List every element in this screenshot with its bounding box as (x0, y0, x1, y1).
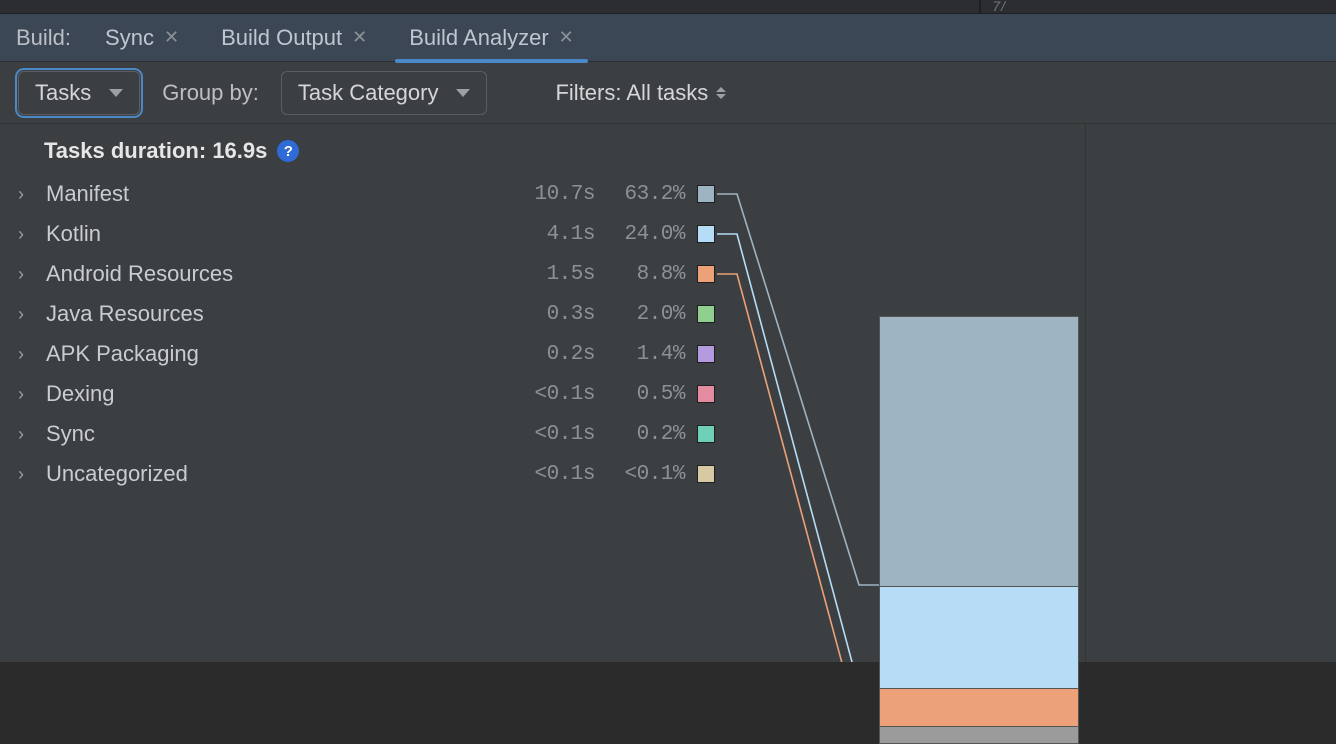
color-swatch (697, 225, 715, 243)
stacked-bar-chart (879, 316, 1079, 744)
help-icon[interactable]: ? (277, 140, 299, 162)
tab-sync[interactable]: Sync ✕ (91, 14, 193, 62)
category-row[interactable]: ›Manifest10.7s63.2% (18, 174, 1085, 214)
editor-strip: 7/ (0, 0, 1336, 14)
category-name: APK Packaging (46, 341, 517, 367)
chevron-down-icon (109, 89, 123, 97)
color-swatch (697, 305, 715, 323)
color-swatch (697, 425, 715, 443)
color-swatch (697, 185, 715, 203)
chevron-right-icon[interactable]: › (18, 224, 46, 245)
editor-remnant: 7/ (992, 0, 1006, 14)
group-by-value: Task Category (298, 80, 439, 106)
tab-label: Sync (105, 25, 154, 51)
leader-anchor (725, 254, 1085, 294)
category-name: Kotlin (46, 221, 517, 247)
chevron-down-icon (456, 89, 470, 97)
tab-label: Build Output (221, 25, 342, 51)
stack-segment (880, 317, 1078, 586)
category-percent: 1.4% (607, 343, 697, 366)
category-percent: 24.0% (607, 223, 697, 246)
chevron-right-icon[interactable]: › (18, 264, 46, 285)
category-duration: 0.3s (517, 303, 607, 326)
category-name: Android Resources (46, 261, 517, 287)
category-duration: 10.7s (517, 183, 607, 206)
category-name: Manifest (46, 181, 517, 207)
color-swatch (697, 345, 715, 363)
chevron-right-icon[interactable]: › (18, 344, 46, 365)
tasks-panel: Tasks duration: 16.9s ? ›Manifest10.7s63… (0, 124, 1086, 662)
category-percent: 8.8% (607, 263, 697, 286)
stack-segment-rest (880, 726, 1078, 743)
tab-label: Build Analyzer (409, 25, 548, 51)
category-name: Dexing (46, 381, 517, 407)
tab-build-analyzer[interactable]: Build Analyzer ✕ (395, 14, 588, 62)
category-row[interactable]: ›Android Resources1.5s8.8% (18, 254, 1085, 294)
analyzer-body: Tasks duration: 16.9s ? ›Manifest10.7s63… (0, 124, 1336, 662)
category-duration: 1.5s (517, 263, 607, 286)
build-tabbar: Build: Sync ✕ Build Output ✕ Build Analyzer ✕ (0, 14, 1336, 62)
category-percent: <0.1% (607, 463, 697, 486)
category-percent: 63.2% (607, 183, 697, 206)
group-by-combo[interactable]: Task Category (281, 71, 488, 115)
tab-build-output[interactable]: Build Output ✕ (207, 14, 381, 62)
category-duration: 4.1s (517, 223, 607, 246)
chevron-right-icon[interactable]: › (18, 384, 46, 405)
category-name: Sync (46, 421, 517, 447)
color-swatch (697, 465, 715, 483)
close-icon[interactable]: ✕ (352, 27, 367, 48)
leader-anchor (725, 214, 1085, 254)
category-percent: 2.0% (607, 303, 697, 326)
view-combo[interactable]: Tasks (18, 71, 140, 115)
color-swatch (697, 385, 715, 403)
category-percent: 0.5% (607, 383, 697, 406)
color-swatch (697, 265, 715, 283)
chevron-right-icon[interactable]: › (18, 424, 46, 445)
close-icon[interactable]: ✕ (164, 27, 179, 48)
sort-icon (716, 87, 726, 99)
view-combo-label: Tasks (35, 80, 91, 106)
close-icon[interactable]: ✕ (559, 27, 574, 48)
category-duration: <0.1s (517, 383, 607, 406)
category-duration: 0.2s (517, 343, 607, 366)
group-by-label: Group by: (162, 80, 259, 106)
detail-panel (1086, 124, 1336, 662)
chevron-right-icon[interactable]: › (18, 464, 46, 485)
stack-segment (880, 688, 1078, 726)
analyzer-toolbar: Tasks Group by: Task Category Filters: A… (0, 62, 1336, 124)
stack-segment (880, 586, 1078, 689)
category-percent: 0.2% (607, 423, 697, 446)
editor-split (979, 0, 981, 14)
chevron-right-icon[interactable]: › (18, 304, 46, 325)
filters-dropdown[interactable]: Filters: All tasks (555, 80, 726, 106)
chevron-right-icon[interactable]: › (18, 184, 46, 205)
category-row[interactable]: ›Kotlin4.1s24.0% (18, 214, 1085, 254)
build-label: Build: (6, 25, 81, 51)
leader-anchor (725, 174, 1085, 214)
category-duration: <0.1s (517, 463, 607, 486)
category-name: Uncategorized (46, 461, 517, 487)
category-name: Java Resources (46, 301, 517, 327)
filters-label: Filters: All tasks (555, 80, 708, 106)
category-duration: <0.1s (517, 423, 607, 446)
tasks-duration-headline: Tasks duration: 16.9s ? (18, 138, 1085, 174)
